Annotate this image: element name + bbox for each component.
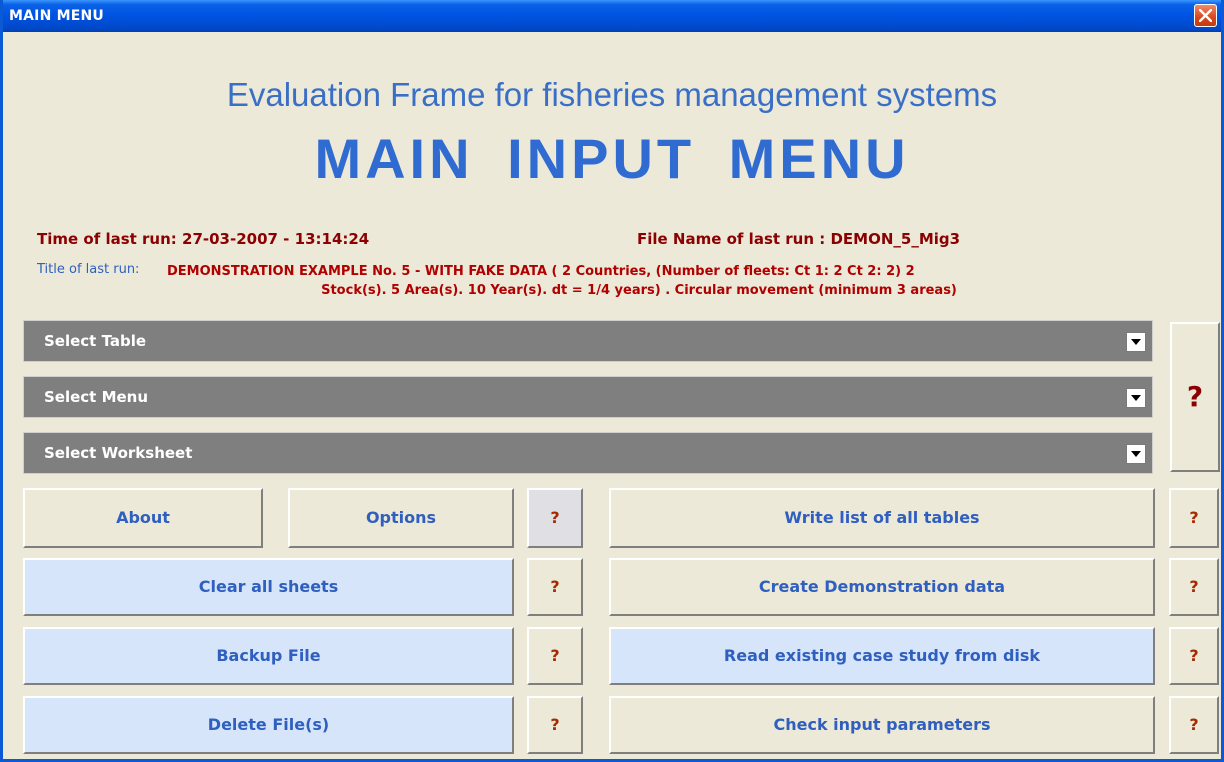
delete-files-label: Delete File(s) [207, 715, 330, 734]
clear-all-help-button[interactable]: ? [527, 558, 583, 616]
check-params-help-button[interactable]: ? [1169, 696, 1219, 754]
clear-all-sheets-button[interactable]: Clear all sheets [23, 558, 514, 616]
backup-file-button[interactable]: Backup File [23, 627, 514, 685]
last-run-title: DEMONSTRATION EXAMPLE No. 5 - WITH FAKE … [167, 262, 1207, 300]
last-run-title-label: Title of last run: [37, 262, 140, 277]
read-case-help-button[interactable]: ? [1169, 627, 1219, 685]
select-menu-dropdown[interactable]: Select Menu [23, 376, 1153, 418]
check-input-params-label: Check input parameters [773, 715, 991, 734]
page-title: MAIN INPUT MENU [314, 127, 910, 190]
write-list-button[interactable]: Write list of all tables [609, 488, 1155, 548]
options-help-button[interactable]: ? [527, 488, 583, 548]
create-demo-help-button[interactable]: ? [1169, 558, 1219, 616]
delete-help-button[interactable]: ? [527, 696, 583, 754]
write-list-help-button[interactable]: ? [1169, 488, 1219, 548]
chevron-down-icon [1131, 395, 1141, 401]
check-input-params-button[interactable]: Check input parameters [609, 696, 1155, 754]
last-run-title-line-1: DEMONSTRATION EXAMPLE No. 5 - WITH FAKE … [167, 264, 915, 279]
read-case-study-button[interactable]: Read existing case study from disk [609, 627, 1155, 685]
select-table-label: Select Table [44, 332, 147, 350]
about-button-label: About [116, 508, 170, 527]
select-menu-arrow[interactable] [1126, 388, 1146, 408]
select-worksheet-label: Select Worksheet [44, 444, 193, 462]
select-table-dropdown[interactable]: Select Table [23, 320, 1153, 362]
select-worksheet-dropdown[interactable]: Select Worksheet [23, 432, 1153, 474]
main-menu-window: MAIN MENU Evaluation Frame for fisheries… [0, 0, 1224, 762]
last-run-file: File Name of last run : DEMON_5_Mig3 [637, 230, 961, 248]
last-run-title-line-2: Stock(s). 5 Area(s). 10 Year(s). dt = 1/… [321, 283, 957, 298]
options-button[interactable]: Options [288, 488, 514, 548]
create-demo-data-button[interactable]: Create Demonstration data [609, 558, 1155, 616]
create-demo-data-label: Create Demonstration data [758, 577, 1006, 596]
select-table-arrow[interactable] [1126, 332, 1146, 352]
backup-file-label: Backup File [216, 646, 321, 665]
read-case-study-label: Read existing case study from disk [723, 646, 1041, 665]
window-title: MAIN MENU [9, 8, 104, 24]
clear-all-sheets-label: Clear all sheets [198, 577, 339, 596]
about-button[interactable]: About [23, 488, 263, 548]
select-menu-label: Select Menu [44, 388, 149, 406]
chevron-down-icon [1131, 339, 1141, 345]
last-run-time: Time of last run: 27-03-2007 - 13:14:24 [37, 230, 370, 248]
backup-help-button[interactable]: ? [527, 627, 583, 685]
write-list-button-label: Write list of all tables [784, 508, 980, 527]
close-button[interactable] [1194, 4, 1217, 27]
select-worksheet-arrow[interactable] [1126, 444, 1146, 464]
delete-files-button[interactable]: Delete File(s) [23, 696, 514, 754]
selectors-help-button[interactable]: ? [1170, 322, 1220, 472]
app-subtitle: Evaluation Frame for fisheries managemen… [226, 76, 998, 113]
close-icon [1199, 9, 1212, 22]
options-button-label: Options [365, 508, 437, 527]
chevron-down-icon [1131, 451, 1141, 457]
title-bar[interactable]: MAIN MENU [3, 0, 1221, 32]
